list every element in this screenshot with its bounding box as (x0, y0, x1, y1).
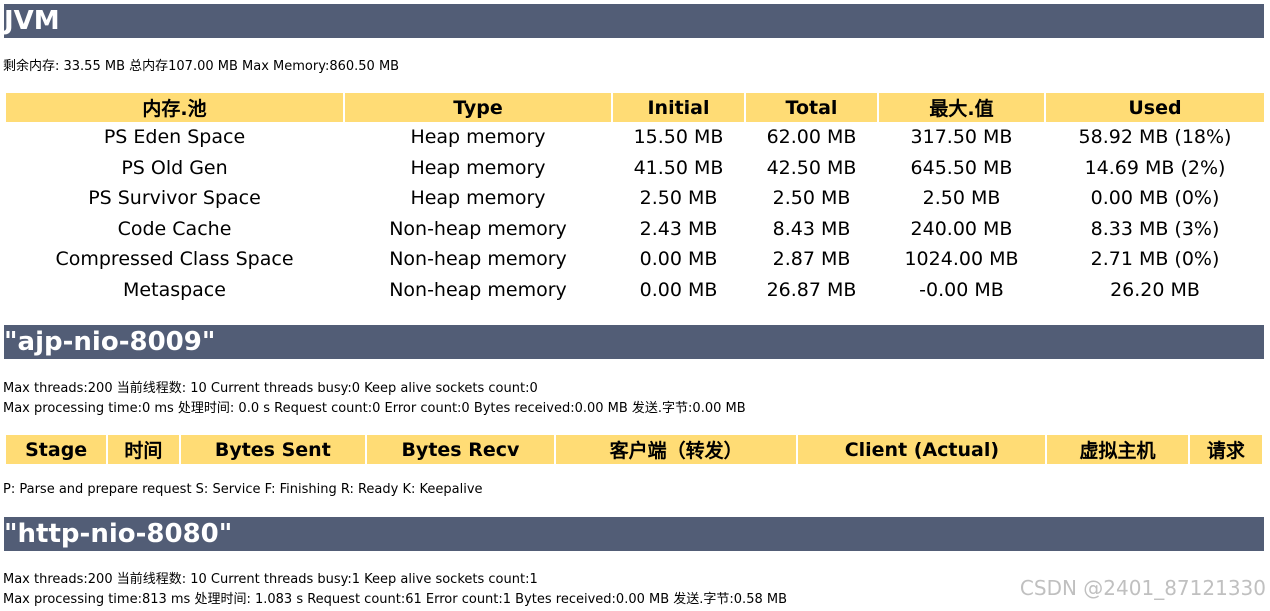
pool-type: Non-heap memory (389, 278, 567, 301)
ajp-thread-info: Max threads:200 当前线程数: 10 Current thread… (3, 381, 538, 396)
pool-name: PS Eden Space (103, 126, 246, 149)
column-header-initial: Initial (613, 93, 744, 122)
column-header-virtual-host: 虚拟主机 (1047, 435, 1188, 464)
pool-initial: 41.50 MB (633, 156, 724, 179)
column-header-memory-pool: 内存.池 (6, 93, 343, 122)
pool-type: Heap memory (410, 156, 546, 179)
column-header-max: 最大.值 (879, 93, 1044, 122)
column-header-bytes-recv: Bytes Recv (367, 435, 554, 464)
pool-name: Metaspace (123, 278, 226, 301)
pool-total: 26.87 MB (766, 278, 857, 301)
jvm-memory-pool-table: 内存.池 Type Initial Total 最大.值 Used PS Ede… (4, 93, 1266, 305)
stage-legend: P: Parse and prepare request S: Service … (3, 482, 483, 497)
column-header-client-forwarded: 客户端（转发） (555, 435, 797, 464)
pool-max: 1024.00 MB (904, 248, 1019, 271)
table-row: Metaspace Non-heap memory 0.00 MB 26.87 … (6, 275, 1264, 306)
column-header-time: 时间 (108, 435, 179, 464)
pool-max: 317.50 MB (910, 126, 1013, 149)
pool-total: 8.43 MB (772, 217, 851, 240)
column-header-used: Used (1046, 93, 1264, 122)
pool-max: 645.50 MB (910, 156, 1013, 179)
pool-used: 8.33 MB (3%) (1090, 217, 1220, 240)
table-row: PS Eden Space Heap memory 15.50 MB 62.00… (6, 122, 1264, 153)
pool-initial: 15.50 MB (633, 126, 724, 149)
http-thread-info: Max threads:200 当前线程数: 10 Current thread… (3, 572, 538, 587)
table-row: Code Cache Non-heap memory 2.43 MB 8.43 … (6, 214, 1264, 245)
pool-initial: 2.50 MB (639, 187, 718, 210)
pool-max: -0.00 MB (919, 278, 1004, 301)
pool-total: 2.87 MB (772, 248, 851, 271)
pool-type: Non-heap memory (389, 248, 567, 271)
table-row: PS Survivor Space Heap memory 2.50 MB 2.… (6, 183, 1264, 214)
pool-initial: 2.43 MB (639, 217, 718, 240)
pool-initial: 0.00 MB (639, 248, 718, 271)
jvm-section-header: JVM (4, 4, 1264, 38)
pool-initial: 0.00 MB (639, 278, 718, 301)
pool-used: 58.92 MB (18%) (1078, 126, 1232, 149)
pool-total: 42.50 MB (766, 156, 857, 179)
column-header-bytes-sent: Bytes Sent (180, 435, 366, 464)
pool-name: PS Survivor Space (88, 187, 261, 210)
pool-used: 14.69 MB (2%) (1084, 156, 1226, 179)
pool-type: Heap memory (410, 187, 546, 210)
column-header-type: Type (345, 93, 611, 122)
page: JVM 剩余内存: 33.55 MB 总内存107.00 MB Max Memo… (0, 0, 1270, 611)
pool-type: Heap memory (410, 126, 546, 149)
ajp-request-stage-table: Stage 时间 Bytes Sent Bytes Recv 客户端（转发） C… (4, 435, 1264, 464)
column-header-request: 请求 (1189, 435, 1262, 464)
table-row: Compressed Class Space Non-heap memory 0… (6, 244, 1264, 275)
jvm-table-header-row: 内存.池 Type Initial Total 最大.值 Used (6, 93, 1264, 122)
pool-total: 2.50 MB (772, 187, 851, 210)
pool-total: 62.00 MB (766, 126, 857, 149)
column-header-client-actual: Client (Actual) (798, 435, 1046, 464)
ajp-connector-header: "ajp-nio-8009" (4, 325, 1264, 359)
ajp-table-header-row: Stage 时间 Bytes Sent Bytes Recv 客户端（转发） C… (6, 435, 1262, 464)
pool-name: Code Cache (117, 217, 232, 240)
table-row: PS Old Gen Heap memory 41.50 MB 42.50 MB… (6, 153, 1264, 184)
jvm-memory-summary: 剩余内存: 33.55 MB 总内存107.00 MB Max Memory:8… (3, 59, 400, 74)
pool-used: 26.20 MB (1110, 278, 1200, 301)
column-header-total: Total (746, 93, 877, 122)
http-connector-header: "http-nio-8080" (4, 517, 1264, 551)
pool-max: 240.00 MB (910, 217, 1013, 240)
pool-type: Non-heap memory (389, 217, 567, 240)
ajp-request-info: Max processing time:0 ms 处理时间: 0.0 s Req… (3, 401, 746, 416)
column-header-stage: Stage (6, 435, 107, 464)
csdn-watermark: CSDN @2401_87121330 (1019, 576, 1266, 600)
pool-used: 2.71 MB (0%) (1090, 248, 1220, 271)
pool-name: PS Old Gen (121, 156, 228, 179)
http-request-info: Max processing time:813 ms 处理时间: 1.083 s… (3, 592, 787, 607)
pool-max: 2.50 MB (922, 187, 1001, 210)
pool-used: 0.00 MB (0%) (1090, 187, 1220, 210)
pool-name: Compressed Class Space (55, 248, 294, 271)
